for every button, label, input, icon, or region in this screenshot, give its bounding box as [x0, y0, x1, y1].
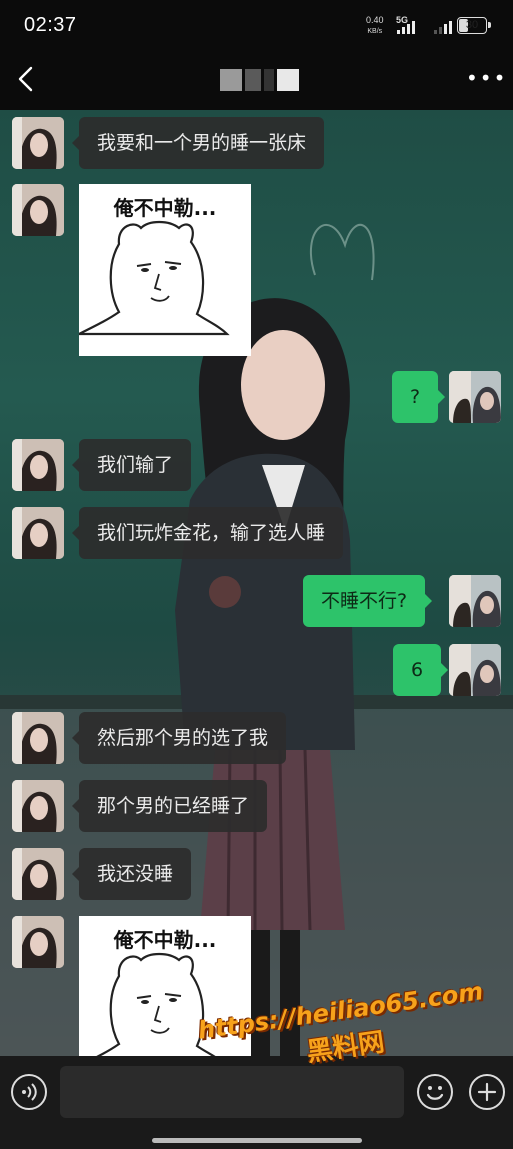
contact-avatar[interactable] — [12, 780, 64, 832]
chat-title-redacted — [220, 69, 299, 91]
contact-avatar[interactable] — [12, 712, 64, 764]
contact-avatar[interactable] — [12, 916, 64, 968]
incoming-message[interactable]: 那个男的已经睡了 — [71, 780, 268, 832]
outgoing-message[interactable]: 不睡不行? — [303, 575, 433, 627]
battery-level: 30 — [465, 19, 479, 31]
outgoing-message[interactable]: ? — [392, 371, 446, 423]
status-bar: 02:37 0.40 KB/s 5G 30 — [0, 0, 513, 52]
chat-background-image — [0, 224, 513, 1056]
outgoing-message[interactable]: 6 — [393, 644, 449, 696]
signal-icon — [397, 20, 415, 34]
contact-avatar[interactable] — [12, 507, 64, 559]
contact-avatar[interactable] — [12, 439, 64, 491]
incoming-message[interactable]: 然后那个男的选了我 — [71, 712, 287, 764]
emoji-button[interactable] — [417, 1074, 453, 1110]
incoming-message[interactable]: 我们输了 — [71, 439, 192, 491]
signal-secondary-icon — [434, 20, 452, 34]
meme-face-drawing — [79, 220, 230, 336]
my-avatar[interactable] — [449, 644, 501, 696]
more-options-button[interactable]: ••• — [466, 66, 505, 90]
home-indicator[interactable] — [152, 1138, 362, 1143]
my-avatar[interactable] — [449, 371, 501, 423]
contact-avatar[interactable] — [12, 184, 64, 236]
incoming-message[interactable]: 我们玩炸金花，输了选人睡 — [71, 507, 344, 559]
plus-icon — [477, 1082, 497, 1102]
voice-icon — [22, 1083, 37, 1101]
network-speed: 0.40 KB/s — [366, 15, 384, 35]
contact-avatar[interactable] — [12, 117, 64, 169]
back-button[interactable] — [14, 64, 38, 94]
chevron-left-icon — [18, 66, 33, 92]
my-avatar[interactable] — [449, 575, 501, 627]
incoming-message[interactable]: 我要和一个男的睡一张床 — [71, 117, 325, 169]
chat-header: ••• — [0, 52, 513, 110]
chat-area[interactable]: 我要和一个男的睡一张床 俺不中勒... ? 我们输了 我们玩炸金花，输了选人睡 … — [0, 110, 513, 1056]
battery-icon: 30 — [457, 17, 491, 34]
contact-avatar[interactable] — [12, 848, 64, 900]
more-actions-button[interactable] — [469, 1074, 505, 1110]
incoming-message[interactable]: 我还没睡 — [71, 848, 192, 900]
smiley-icon — [426, 1086, 444, 1100]
sticker-message[interactable]: 俺不中勒... — [79, 184, 251, 356]
voice-input-button[interactable] — [11, 1074, 47, 1110]
status-time: 02:37 — [24, 14, 77, 36]
